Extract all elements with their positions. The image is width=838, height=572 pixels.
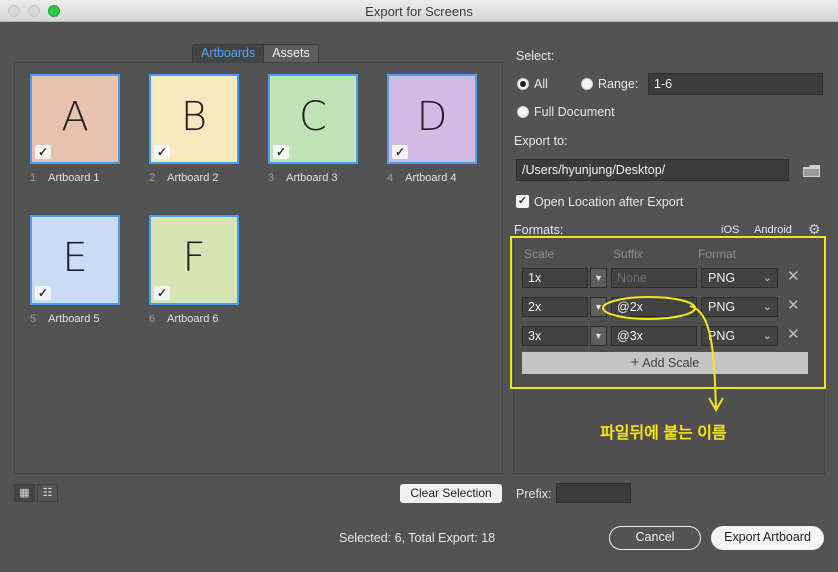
artboard-thumbnail[interactable]: E ✓	[30, 215, 120, 305]
artboard-letter: C	[299, 94, 327, 140]
artboard-number: 4	[387, 172, 394, 184]
open-location-checkbox[interactable]: ✓	[516, 195, 529, 208]
artboard-letter: B	[180, 94, 208, 140]
artboard-caption: 6 Artboard 6	[149, 313, 219, 325]
view-tabs: Artboards Assets	[192, 44, 319, 63]
radio-range-label: Range:	[598, 77, 639, 91]
formats-label: Formats:	[514, 223, 564, 237]
tab-artboards[interactable]: Artboards	[193, 45, 264, 62]
radio-full-document[interactable]	[517, 106, 529, 118]
folder-icon[interactable]	[803, 165, 820, 177]
checkbox-checked-icon[interactable]: ✓	[35, 286, 51, 300]
artboard-caption: 4 Artboard 4	[387, 172, 457, 184]
range-input[interactable]: 1-6	[648, 73, 823, 95]
artboard-number: 6	[149, 313, 156, 325]
artboard-caption: 2 Artboard 2	[149, 172, 219, 184]
artboard-number: 3	[268, 172, 275, 184]
cancel-button[interactable]: Cancel	[609, 526, 701, 550]
artboard-thumbnail[interactable]: A ✓	[30, 74, 120, 164]
artboard-letter: F	[182, 235, 206, 281]
artboard-thumbnail[interactable]: F ✓	[149, 215, 239, 305]
checkbox-checked-icon[interactable]: ✓	[35, 145, 51, 159]
title-bar: Export for Screens	[0, 0, 838, 22]
artboard-caption: 5 Artboard 5	[30, 313, 100, 325]
export-artboard-button[interactable]: Export Artboard	[711, 526, 824, 550]
artboard-letter: E	[62, 235, 88, 281]
artboard-name: Artboard 1	[48, 172, 100, 184]
radio-all-label: All	[534, 77, 548, 91]
artboard-number: 5	[30, 313, 37, 325]
artboard-name: Artboard 2	[167, 172, 219, 184]
prefix-input[interactable]	[556, 483, 631, 503]
export-to-label: Export to:	[514, 134, 568, 148]
artboard-number: 1	[30, 172, 37, 184]
artboard-thumbnail[interactable]: D ✓	[387, 74, 477, 164]
select-label: Select:	[516, 49, 555, 63]
prefix-label: Prefix:	[516, 487, 552, 501]
radio-full-document-label: Full Document	[534, 105, 615, 119]
artboard-number: 2	[149, 172, 156, 184]
open-location-label: Open Location after Export	[534, 195, 684, 209]
clear-selection-button[interactable]: Clear Selection	[400, 484, 502, 503]
tab-assets[interactable]: Assets	[263, 45, 318, 62]
export-path-input[interactable]: /Users/hyunjung/Desktop/	[516, 159, 789, 181]
grid-view-icon[interactable]: ▦	[14, 484, 35, 502]
artboard-name: Artboard 5	[48, 313, 100, 325]
checkbox-checked-icon[interactable]: ✓	[154, 145, 170, 159]
artboard-caption: 1 Artboard 1	[30, 172, 100, 184]
status-text: Selected: 6, Total Export: 18	[339, 531, 496, 545]
android-preset-button[interactable]: Android	[754, 224, 792, 236]
list-view-icon[interactable]: ☷	[37, 484, 58, 502]
artboard-name: Artboard 4	[405, 172, 457, 184]
annotation-text: 파일뒤에 붙는 이름	[600, 425, 727, 442]
artboard-thumbnail[interactable]: B ✓	[149, 74, 239, 164]
artboard-thumbnail[interactable]: C ✓	[268, 74, 358, 164]
checkbox-checked-icon[interactable]: ✓	[154, 286, 170, 300]
checkbox-checked-icon[interactable]: ✓	[273, 145, 289, 159]
radio-all[interactable]	[517, 78, 529, 90]
annotation-marker-icon	[602, 296, 724, 412]
radio-range[interactable]	[581, 78, 593, 90]
artboard-caption: 3 Artboard 3	[268, 172, 338, 184]
artboard-letter: D	[416, 94, 448, 140]
artboard-name: Artboard 3	[286, 172, 338, 184]
ios-preset-button[interactable]: iOS	[721, 224, 739, 236]
window-title: Export for Screens	[365, 4, 473, 19]
artboard-letter: A	[61, 94, 89, 140]
checkbox-checked-icon[interactable]: ✓	[392, 145, 408, 159]
artboard-name: Artboard 6	[167, 313, 219, 325]
